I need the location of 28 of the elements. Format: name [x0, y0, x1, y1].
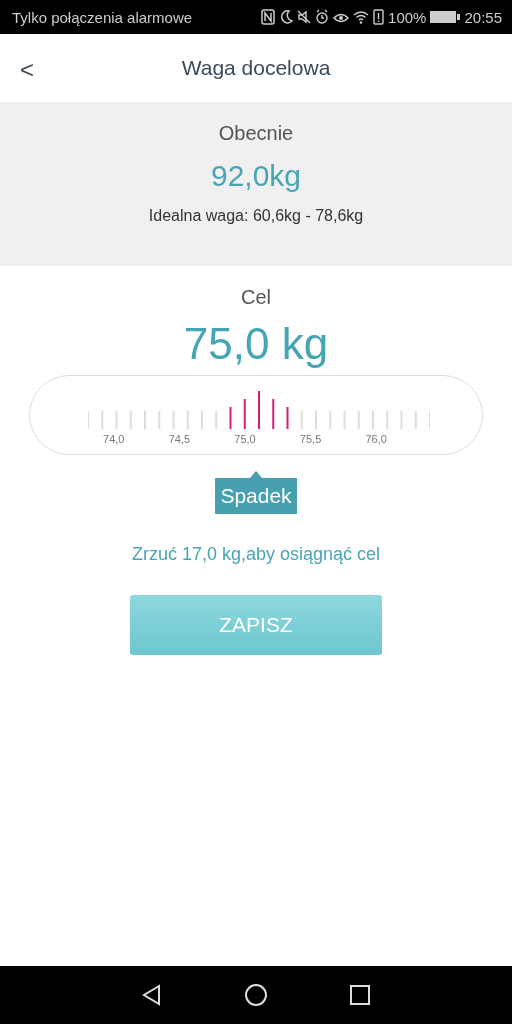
ruler-label: 75,5: [298, 433, 323, 445]
current-label: Obecnie: [218, 122, 294, 145]
ruler-label: 74,5: [167, 433, 192, 445]
wifi-icon: [353, 9, 370, 25]
goal-label: Cel: [241, 286, 271, 309]
tag-pointer-icon: [250, 471, 262, 478]
ruler-label: 74,0: [102, 433, 126, 445]
carrier-text: Tylko połączenia alarmowe: [12, 8, 193, 26]
goal-weight-value: 75,0 kg: [183, 319, 329, 369]
moon-icon: [279, 9, 294, 25]
alarm-clock-icon: [315, 9, 330, 25]
page-title: Waga docelowa: [181, 56, 331, 80]
ruler-label: 76,0: [364, 433, 388, 445]
back-nav-icon[interactable]: [140, 984, 163, 1006]
back-button[interactable]: <: [14, 52, 40, 88]
battery-icon: [430, 10, 461, 24]
muted-speaker-icon: [297, 9, 312, 25]
ruler-label: 75,0: [233, 433, 257, 445]
home-nav-icon[interactable]: [244, 983, 268, 1007]
battery-percent: 100%: [388, 8, 427, 26]
goal-message: Zrzuć 17,0 kg,aby osiągnąć cel: [131, 544, 381, 565]
recents-nav-icon[interactable]: [349, 984, 372, 1006]
trend-tag: Spadek: [215, 478, 297, 514]
ideal-weight-text: Idealna waga: 60,6kg - 78,6kg: [148, 207, 364, 225]
current-weight-value: 92,0kg: [210, 159, 302, 193]
nfc-icon: [261, 9, 276, 25]
sim-alert-icon: [373, 9, 385, 25]
clock-time: 20:55: [464, 8, 502, 26]
